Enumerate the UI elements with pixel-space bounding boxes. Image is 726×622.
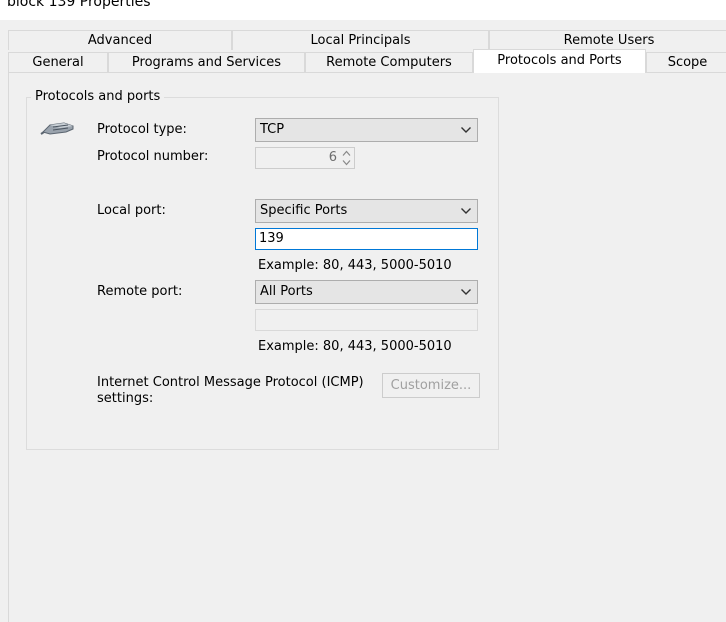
local-port-label: Local port: <box>97 203 166 218</box>
spin-up-icon[interactable] <box>340 149 353 158</box>
local-port-input[interactable] <box>259 231 469 246</box>
local-port-mode: Specific Ports <box>260 203 348 218</box>
chevron-down-icon <box>461 127 471 133</box>
protocol-type-label: Protocol type: <box>97 122 187 137</box>
window-title: block 139 Properties <box>7 0 151 10</box>
remote-port-input-box <box>255 309 478 331</box>
chevron-down-icon <box>461 208 471 214</box>
network-cable-icon <box>40 122 74 135</box>
customize-button[interactable]: Customize... <box>382 373 480 398</box>
stepper-arrows <box>340 149 353 167</box>
protocol-type-select[interactable]: TCP <box>255 118 478 142</box>
tab-protocols-and-ports[interactable]: Protocols and Ports <box>473 49 646 73</box>
local-port-input-box <box>255 228 478 250</box>
tab-local-principals[interactable]: Local Principals <box>232 30 489 50</box>
protocol-number-value: 6 <box>328 150 337 165</box>
tab-remote-computers[interactable]: Remote Computers <box>305 52 473 72</box>
protocol-number-label: Protocol number: <box>97 149 209 164</box>
tab-scope[interactable]: Scope <box>646 52 726 72</box>
remote-port-example: Example: 80, 443, 5000-5010 <box>258 339 452 354</box>
remote-port-mode: All Ports <box>260 284 313 299</box>
protocol-type-value: TCP <box>260 122 285 137</box>
local-port-select[interactable]: Specific Ports <box>255 199 478 223</box>
local-port-example: Example: 80, 443, 5000-5010 <box>258 258 452 273</box>
group-title: Protocols and ports <box>31 89 165 104</box>
chevron-down-icon <box>461 289 471 295</box>
tab-remote-users[interactable]: Remote Users <box>489 30 726 50</box>
tab-general[interactable]: General <box>8 52 108 72</box>
tab-programs-and-services[interactable]: Programs and Services <box>108 52 305 72</box>
remote-port-select[interactable]: All Ports <box>255 280 478 304</box>
remote-port-label: Remote port: <box>97 284 183 299</box>
remote-port-input[interactable] <box>259 312 469 327</box>
tab-advanced[interactable]: Advanced <box>8 30 232 50</box>
spin-down-icon[interactable] <box>340 158 353 167</box>
icmp-settings-label: Internet Control Message Protocol (ICMP)… <box>97 375 364 406</box>
protocol-number-stepper[interactable]: 6 <box>255 147 355 169</box>
title-bar: block 139 Properties <box>0 0 726 20</box>
